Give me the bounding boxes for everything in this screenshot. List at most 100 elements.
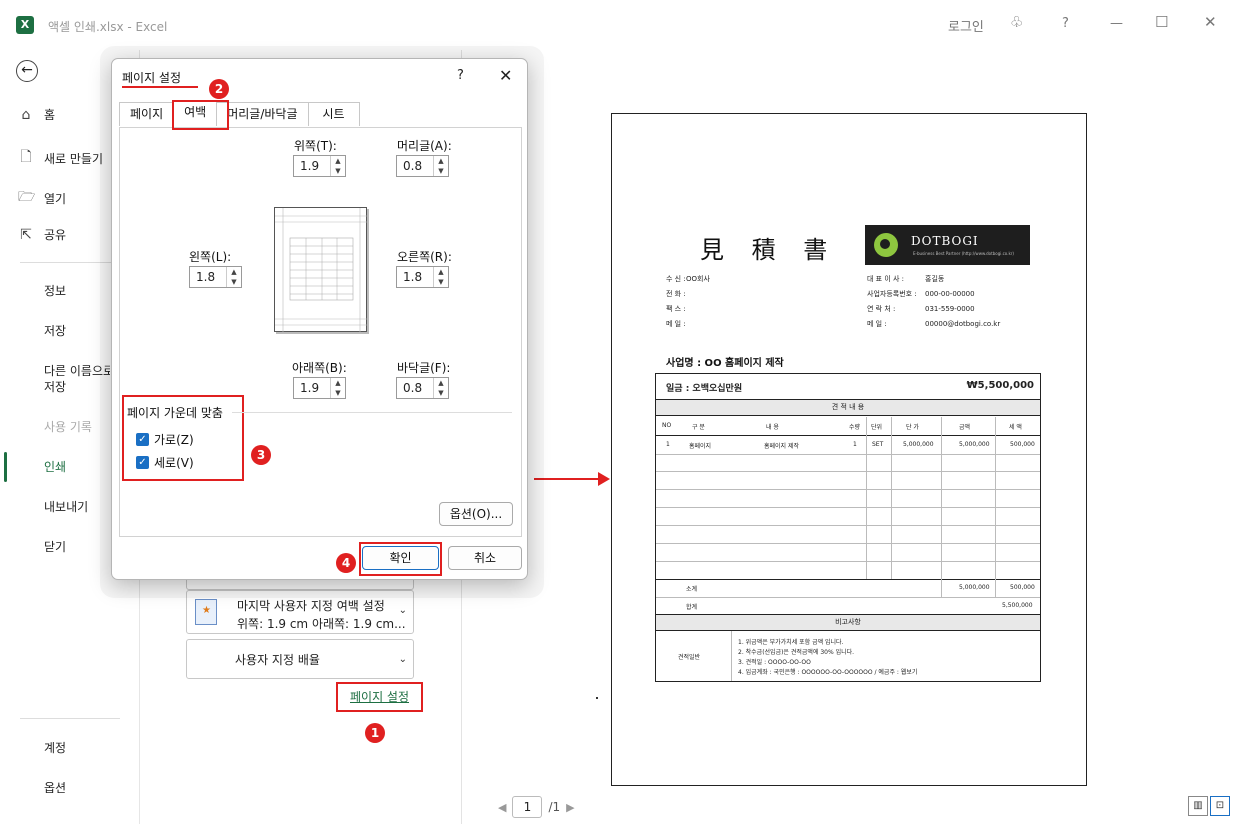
info-value: 00000@dotbogi.co.kr [925, 320, 1001, 328]
estimate-band: 견 적 내 용 [656, 399, 1040, 416]
tab-sheet[interactable]: 시트 [307, 102, 360, 126]
bottom-margin-spinner[interactable]: 1.9 ▲ ▼ [293, 377, 346, 399]
title-bar: X 액셀 인쇄.xlsx - Excel 로그인 ♧ ? — ☐ ✕ [0, 0, 1235, 50]
checkbox-label: 세로(V) [154, 456, 194, 470]
new-file-icon: 🗋 [20, 149, 32, 165]
show-margins-icon[interactable]: ▥ [1188, 796, 1208, 816]
margins-combo-detail: 위쪽: 1.9 cm 아래쪽: 1.9 cm... [237, 617, 406, 631]
nav-item-history[interactable]: 사용 기록 [44, 418, 92, 435]
footer-margin-spinner[interactable]: 0.8 ▲ ▼ [396, 377, 449, 399]
nav-item-export[interactable]: 내보내기 [44, 498, 88, 515]
margins-combo-label: 마지막 사용자 지정 여백 설정 [237, 599, 385, 613]
dialog-close-button[interactable]: ✕ [499, 66, 512, 85]
prev-page-icon[interactable]: ◀ [498, 801, 506, 814]
nav-divider [20, 718, 120, 719]
help-button[interactable]: ? [1062, 16, 1069, 31]
top-margin-spinner[interactable]: 1.9 ▲ ▼ [293, 155, 346, 177]
section-divider [232, 412, 512, 413]
spinner-arrows-icon[interactable]: ▲ ▼ [330, 156, 345, 176]
subtotal-amount: 5,000,000 [959, 584, 990, 591]
checkmark-icon: ✓ [136, 433, 149, 446]
custom-margins-icon [195, 599, 217, 625]
tab-header-footer[interactable]: 머리글/바닥글 [216, 102, 309, 126]
nav-item-options[interactable]: 옵션 [44, 779, 66, 796]
active-indicator [4, 452, 7, 482]
info-key: 전 화 : [666, 290, 686, 298]
spinner-arrows-icon[interactable]: ▲ ▼ [433, 156, 448, 176]
login-button[interactable]: 로그인 [948, 16, 984, 35]
scaling-combo[interactable]: 사용자 지정 배율 ⌄ [186, 639, 414, 679]
step-marker-1: 1 [365, 723, 385, 743]
grid-line [941, 417, 942, 597]
logo-text: DOTBOGI [911, 234, 979, 248]
dialog-help-button[interactable]: ? [457, 68, 464, 83]
dialog-tabs: 페이지 여백 머리글/바닥글 시트 [119, 100, 360, 128]
nav-item-save-as-line2[interactable]: 저장 [44, 378, 66, 395]
nav-item-label: 새로 만들기 [44, 151, 104, 166]
grid-line [656, 507, 1040, 508]
right-margin-value: 1.8 [403, 270, 423, 284]
nav-item-close[interactable]: 닫기 [44, 538, 66, 555]
nav-item-home[interactable]: ⌂ 홈 [18, 106, 56, 123]
minimize-button[interactable]: — [1110, 16, 1123, 31]
page-setup-link[interactable]: 페이지 설정 [336, 682, 423, 712]
center-horizontally-checkbox[interactable]: ✓ 가로(Z) [136, 431, 194, 448]
nav-item-account[interactable]: 계정 [44, 739, 66, 756]
spinner-arrows-icon[interactable]: ▲ ▼ [433, 378, 448, 398]
col-header: 금액 [959, 424, 971, 431]
checkbox-label: 가로(Z) [154, 433, 194, 447]
nav-item-print[interactable]: 인쇄 [44, 458, 66, 475]
row-cell: 5,000,000 [959, 441, 990, 448]
nav-item-label: 열기 [44, 191, 67, 206]
preview-dot [596, 697, 598, 699]
grid-line [656, 561, 1040, 562]
row-cell: 홈페이지 제작 [764, 443, 800, 450]
next-page-icon[interactable]: ▶ [566, 801, 574, 814]
right-margin-label: 오른쪽(R): [397, 250, 452, 264]
tab-page[interactable]: 페이지 [119, 102, 175, 126]
footer-margin-value: 0.8 [403, 381, 423, 395]
cancel-button[interactable]: 취소 [448, 546, 522, 570]
right-margin-spinner[interactable]: 1.8 ▲ ▼ [396, 266, 449, 288]
back-arrow-icon[interactable]: ← [16, 60, 38, 82]
info-value: OO회사 [686, 275, 710, 283]
row-cell: 500,000 [1010, 441, 1035, 448]
page-number-input[interactable]: 1 [512, 796, 543, 818]
col-header: 수량 [849, 424, 861, 431]
bottom-margin-label: 아래쪽(B): [292, 361, 347, 375]
nav-item-new[interactable]: 🗋 새로 만들기 [18, 146, 103, 170]
maximize-button[interactable]: ☐ [1155, 13, 1168, 31]
remark-line: 2. 착수금(선입금)은 견적금액에 30% 입니다. [738, 649, 855, 656]
spinner-arrows-icon[interactable]: ▲ ▼ [330, 378, 345, 398]
grid-line [866, 417, 867, 579]
center-vertically-checkbox[interactable]: ✓ 세로(V) [136, 454, 194, 471]
grid-line [656, 579, 1040, 580]
spinner-arrows-icon[interactable]: ▲ ▼ [433, 267, 448, 287]
remark-line: 1. 위금액은 부가가치세 포함 금액 입니다. [738, 639, 844, 646]
nav-item-save[interactable]: 저장 [44, 322, 66, 339]
options-button[interactable]: 옵션(O)... [439, 502, 513, 526]
margin-preview-grid [275, 208, 368, 333]
total-label: 일금 : 오백오십만원 [666, 384, 743, 394]
nav-item-open[interactable]: 🗁 열기 [18, 186, 66, 210]
close-window-button[interactable]: ✕ [1204, 13, 1217, 31]
grid-line [656, 435, 1040, 436]
header-margin-spinner[interactable]: 0.8 ▲ ▼ [396, 155, 449, 177]
remarks-label: 견적일반 [678, 654, 701, 661]
left-margin-spinner[interactable]: 1.8 ▲ ▼ [189, 266, 242, 288]
feedback-icon[interactable]: ♧ [1010, 13, 1023, 31]
header-margin-label: 머리글(A): [397, 139, 452, 153]
grid-line [995, 417, 996, 597]
subtotal-label: 소계 [686, 586, 698, 593]
nav-item-info[interactable]: 정보 [44, 282, 66, 299]
spinner-arrows-icon[interactable]: ▲ ▼ [226, 267, 241, 287]
margin-preview-page [274, 207, 368, 333]
grid-line [656, 489, 1040, 490]
quote-title: 見 積 書 [700, 236, 838, 264]
nav-item-share[interactable]: ⇱ 공유 [18, 226, 66, 243]
info-key: 팩 스 : [666, 305, 686, 313]
zoom-to-page-icon[interactable]: ⊡ [1210, 796, 1230, 816]
info-value: 031-559-0000 [925, 305, 975, 313]
step-marker-4: 4 [336, 553, 356, 573]
scaling-combo-label: 사용자 지정 배율 [235, 653, 320, 667]
